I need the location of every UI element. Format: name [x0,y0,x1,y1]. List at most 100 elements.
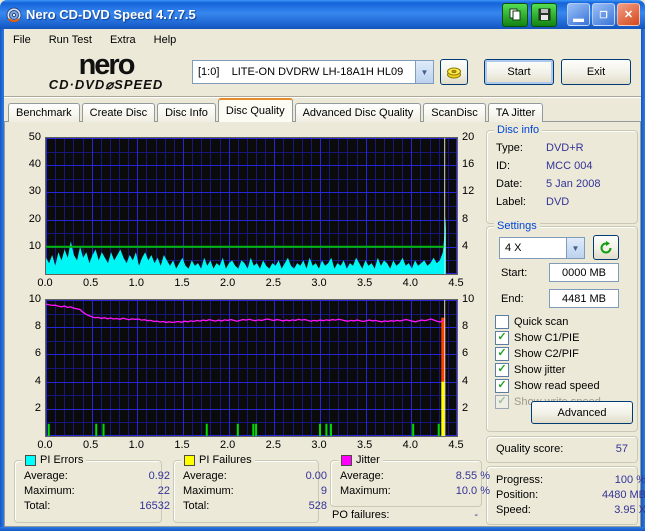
checkbox-label: Quick scan [514,316,569,328]
menu-extra[interactable]: Extra [101,32,145,48]
disc-info-caption: Disc info [494,124,543,136]
pi-errors-stats-caption: PI Errors [22,454,87,466]
pi-errors-stats-panel: PI Errors Average: 0.92 Maximum: 22 Total: 16… [14,454,170,523]
disc-info-row: Date: 5 Jan 2008 [487,175,637,193]
stat-row: Average: 8.55 % [340,470,490,482]
x-axis-tick: 4.0 [402,439,418,451]
tab-benchmark[interactable]: Benchmark [8,103,80,122]
jitter-stats-caption: Jitter [338,454,383,466]
advanced-button-label: Advanced [557,406,607,419]
quality-score-label: Quality score: [496,443,564,455]
stat-value: 9 [320,485,327,497]
disc-info-row: ID: MCC 004 [487,157,637,175]
chevron-down-icon[interactable]: ▼ [415,61,433,83]
y-axis-left-tick: 6 [34,347,41,360]
stat-label: Average: [24,470,68,482]
y-axis-left-tick: 50 [28,131,41,143]
progress-row: Progress: 100 % [496,474,645,486]
stat-value: 16532 [139,500,170,512]
x-axis-tick: 4.5 [448,277,464,289]
close-icon: ✕ [623,8,634,21]
refresh-icon [600,240,612,253]
y-axis-left-tick: 20 [28,212,41,225]
checkbox-quick-scan[interactable] [495,315,509,329]
x-axis-tick: 2.0 [220,439,236,451]
end-field-value: 4481 MB [561,292,607,305]
settings-panel: Settings 4 X ▼ Start: 0000 MB End: 4481 … [486,220,638,432]
disc-info-panel: Disc info Type: DVD+R ID: MCC 004 Date: 5 Jan… [486,124,638,224]
x-axis-tick: 3.5 [357,277,373,289]
disc-info-value: 5 Jan 2008 [546,178,601,190]
exit-button[interactable]: Exit [561,59,631,85]
checkbox-show-jitter[interactable]: ✓ [495,363,509,377]
refresh-button[interactable] [593,235,619,260]
y-axis-left-tick: 30 [28,185,41,198]
pi-errors-chart: 0.0 0.5 1.0 1.5 2.0 2.5 3.0 3.5 4.0 4.5 10 20 30 40 50… [8,130,480,290]
x-axis-tick: 3.0 [311,277,327,289]
checkbox-row: ✓ Show read speed [495,379,600,393]
save-screenshot-button[interactable] [531,2,557,27]
checkbox-row: Quick scan [495,315,568,329]
start-button[interactable]: Start [484,59,554,85]
eject-disc-icon [447,67,461,79]
x-axis-tick: 1.5 [174,277,190,289]
checkbox-label: Show jitter [514,364,566,376]
x-axis-tick: 0.0 [37,277,53,289]
minimize-icon: ▬ [573,12,584,25]
disc-info-row: Label: DVD [487,193,637,211]
start-field[interactable]: 0000 MB [549,263,619,282]
eject-button[interactable] [440,59,468,85]
x-axis-tick: 2.0 [220,277,236,289]
stat-value: 528 [308,500,327,512]
end-field[interactable]: 4481 MB [549,289,619,308]
close-button[interactable]: ✕ [617,3,640,26]
scan-speed-select[interactable]: 4 X ▼ [499,237,585,259]
menu-file[interactable]: File [4,32,40,48]
scan-speed-value: 4 X [505,242,522,254]
stat-value: 22 [157,485,170,497]
tab-disc-info[interactable]: Disc Info [157,103,216,122]
y-axis-right-tick: 12 [462,185,475,198]
x-axis-tick: 2.5 [265,439,281,451]
checkbox-show-read-speed[interactable]: ✓ [495,379,509,393]
window-title: Nero CD-DVD Speed 4.7.7.5 [26,7,196,22]
advanced-button[interactable]: Advanced [531,401,633,424]
checkbox-show-c1-pie[interactable]: ✓ [495,331,509,345]
tab-disc-quality[interactable]: Disc Quality [217,98,293,122]
menu-run-test[interactable]: Run Test [40,32,101,48]
maximize-button[interactable]: ❒ [592,3,615,26]
stat-label: Maximum: [340,485,391,497]
stat-value: 10.0 % [455,485,490,497]
stat-row: Average: 0.00 [183,470,327,482]
po-failures-row: PO failures: - [332,509,478,521]
y-axis-right-tick: 10 [462,293,475,305]
menu-bar: File Run Test Extra Help [4,30,641,49]
x-axis-tick: 0.5 [83,439,99,451]
tab-create-disc[interactable]: Create Disc [81,103,156,122]
tab-ta-jitter[interactable]: TA Jitter [487,103,544,122]
stat-label: Total: [24,500,51,512]
tab-advanced-disc-quality[interactable]: Advanced Disc Quality [294,103,422,122]
stat-label: Maximum: [24,485,75,497]
progress-value: 100 % [614,474,645,486]
progress-rows: Progress: 100 % Position: 4480 MB Speed: 3.95… [487,467,645,516]
disc-info-rows: Type: DVD+R ID: MCC 004 Date: 5 Jan 2008 Label… [487,131,637,211]
progress-value: 3.95 X [614,504,645,516]
menu-help[interactable]: Help [145,32,186,48]
drive-select[interactable]: [1:0] LITE-ON DVDRW LH-18A1H HL09 ▼ [192,60,434,84]
x-axis-tick: 0.0 [37,439,53,451]
x-axis-tick: 4.5 [448,439,464,451]
disc-info-value: MCC 004 [546,160,593,172]
stat-row: Maximum: 10.0 % [340,485,490,497]
stat-row: Average: 0.92 [24,470,170,482]
tab-scandisc[interactable]: ScanDisc [423,103,486,122]
chevron-down-icon[interactable]: ▼ [566,238,584,258]
checkbox-show-c2-pif[interactable]: ✓ [495,347,509,361]
stat-value: 8.55 % [455,470,490,482]
minimize-button[interactable]: ▬ [567,3,590,26]
copy-to-clipboard-button[interactable] [502,2,528,27]
y-axis-right-tick: 16 [462,158,475,171]
x-axis-tick: 3.0 [311,439,327,451]
nero-logo-wordmark: nero [78,49,136,81]
progress-label: Progress: [496,474,544,486]
